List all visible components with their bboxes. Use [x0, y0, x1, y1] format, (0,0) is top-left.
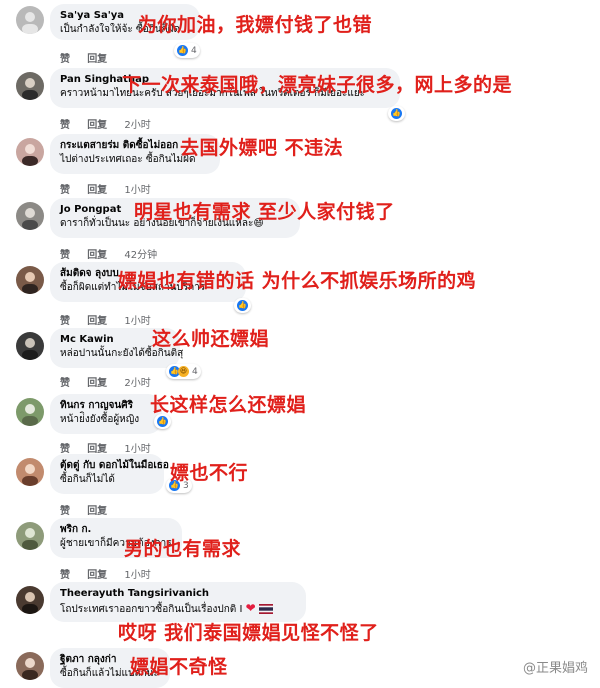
comment-actions: 赞 回复 [60, 50, 135, 65]
reply-button[interactable]: 回复 [87, 250, 107, 261]
comment-actions: 赞 回复 2小时 [60, 374, 165, 389]
comment-actions: 赞 回复 1小时 [60, 566, 165, 581]
avatar[interactable] [16, 586, 44, 614]
avatar[interactable] [16, 138, 44, 166]
comment-time[interactable]: 42分钟 [124, 250, 157, 261]
caption-overlay: 哎呀 我们泰国嫖娼见怪不怪了 [118, 622, 379, 644]
caption-overlay: 长这样怎么还嫖娼 [150, 394, 307, 416]
user-icon [22, 658, 38, 680]
watermark: @正果娼鸡 [522, 661, 588, 676]
reply-button[interactable]: 回复 [87, 120, 107, 131]
user-icon [22, 78, 38, 100]
like-icon: 👍 [157, 416, 168, 427]
avatar[interactable] [16, 458, 44, 486]
comment-time[interactable]: 2小时 [124, 120, 150, 131]
reaction-count[interactable]: 👍 [388, 106, 405, 121]
like-button[interactable]: 赞 [60, 185, 70, 196]
comment-text: โถประเทศเราออกขาวซื้อกินเป็นเรื่องปกติ I… [60, 601, 296, 617]
comment-author[interactable]: Theerayuth Tangsirivanich [60, 587, 296, 601]
comment-time[interactable]: 1小时 [124, 185, 150, 196]
caption-overlay: 为你加油，我嫖付钱了也错 [138, 14, 373, 36]
user-icon [22, 208, 38, 230]
like-button[interactable]: 赞 [60, 54, 70, 65]
comment-text: หน้าย่ิงยังซื้อผู้หญิง [60, 414, 140, 425]
caption-overlay: 嫖娼不奇怪 [130, 656, 228, 678]
avatar[interactable] [16, 652, 44, 680]
like-icon: 👍 [237, 300, 248, 311]
avatar[interactable] [16, 72, 44, 100]
comment-bubble: Theerayuth Tangsirivanich โถประเทศเราออก… [50, 582, 306, 622]
comment-actions: 赞 回复 [60, 502, 135, 517]
comment-actions: 赞 回复 1小时 [60, 440, 165, 455]
user-icon [22, 404, 38, 426]
like-icon: 👍 [177, 45, 188, 56]
comment-time[interactable]: 2小时 [124, 378, 150, 389]
comment-bubble: ตุ้ดตู่ กับ ดอกไม้ในมือเธอ ซื้อกินก็ไม่ไ… [50, 454, 169, 494]
haha-icon: 😆 [178, 366, 189, 377]
avatar[interactable] [16, 202, 44, 230]
like-button[interactable]: 赞 [60, 378, 70, 389]
avatar[interactable] [16, 266, 44, 294]
caption-overlay: 去国外嫖吧 不违法 [180, 137, 344, 159]
reply-button[interactable]: 回复 [87, 185, 107, 196]
avatar[interactable] [16, 398, 44, 426]
caption-overlay: 嫖娼也有错的话 为什么不抓娱乐场所的鸡 [118, 270, 477, 292]
comment-author[interactable]: ทินกร กาญจนศิริ [60, 399, 152, 413]
comment-bubble: ทินกร กาญจนศิริ หน้าย่ิงยังซื้อผู้หญิง [50, 394, 162, 434]
caption-overlay: 男的也有需求 [124, 538, 242, 560]
user-icon [22, 272, 38, 294]
comment-actions: 赞 回复 1小时 [60, 181, 165, 196]
heart-icon: ❤ [245, 601, 256, 615]
reply-button[interactable]: 回复 [87, 378, 107, 389]
user-icon [22, 12, 38, 34]
reply-button[interactable]: 回复 [87, 570, 107, 581]
reply-button[interactable]: 回复 [87, 316, 107, 327]
reply-button[interactable]: 回复 [87, 506, 107, 517]
user-icon [22, 528, 38, 550]
like-button[interactable]: 赞 [60, 120, 70, 131]
comment-time[interactable]: 1小时 [124, 316, 150, 327]
caption-overlay: 嫖也不行 [170, 462, 249, 484]
like-button[interactable]: 赞 [60, 250, 70, 261]
like-icon: 👍 [391, 108, 402, 119]
reaction-count[interactable]: 👍 [234, 298, 251, 313]
comment-text: ซื้อกินก็ไม่ได้ [60, 474, 115, 485]
comment-time[interactable]: 1小时 [124, 570, 150, 581]
user-icon [22, 144, 38, 166]
comment-actions: 赞 回复 1小时 [60, 312, 165, 327]
avatar[interactable] [16, 332, 44, 360]
like-button[interactable]: 赞 [60, 316, 70, 327]
reaction-count[interactable]: 👍 😆 4 [166, 364, 201, 379]
avatar[interactable] [16, 522, 44, 550]
reply-button[interactable]: 回复 [87, 54, 107, 65]
like-button[interactable]: 赞 [60, 506, 70, 517]
comment-actions: 赞 回复 42分钟 [60, 246, 171, 261]
reaction-count[interactable]: 👍 4 [174, 43, 200, 58]
avatar[interactable] [16, 6, 44, 34]
comment-text-body: โถประเทศเราออกขาวซื้อกินเป็นเรื่องปกติ I [60, 604, 243, 615]
caption-overlay: 下一次来泰国哦，漂亮妹子很多，网上多的是 [122, 74, 513, 96]
like-button[interactable]: 赞 [60, 570, 70, 581]
comment-actions: 赞 回复 2小时 [60, 116, 165, 131]
thai-flag-icon [258, 604, 273, 614]
user-icon [22, 464, 38, 486]
user-icon [22, 338, 38, 360]
user-icon [22, 592, 38, 614]
caption-overlay: 这么帅还嫖娼 [152, 328, 270, 350]
comment-author[interactable]: ตุ้ดตู่ กับ ดอกไม้ในมือเธอ [60, 459, 169, 473]
caption-overlay: 明星也有需求 至少人家付钱了 [134, 201, 395, 223]
